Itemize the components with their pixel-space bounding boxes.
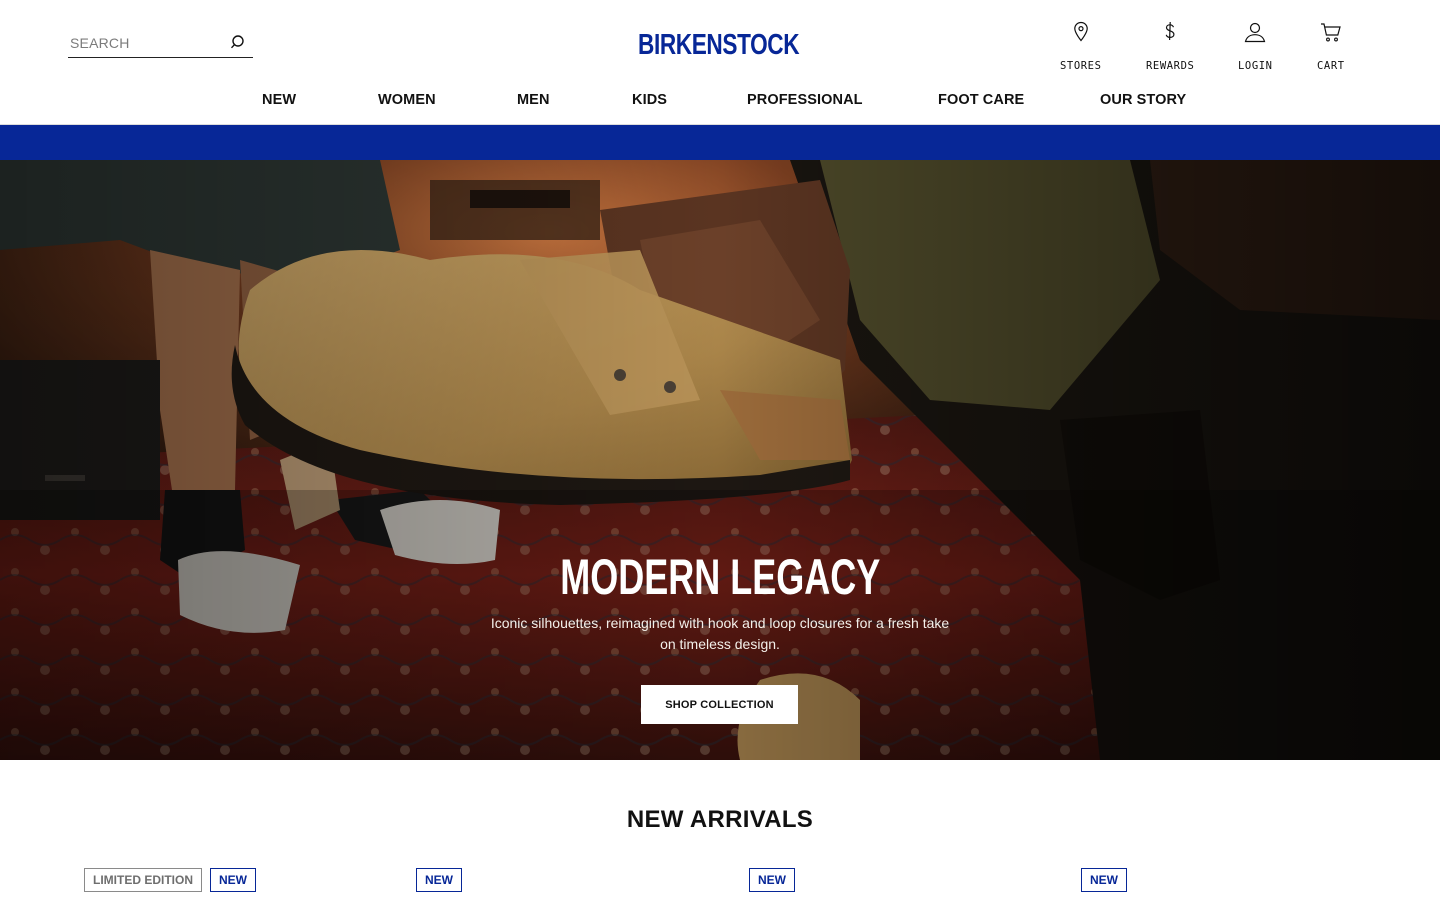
search-bar: [68, 28, 253, 58]
cart-link[interactable]: CART: [1317, 20, 1345, 72]
map-pin-icon: [1069, 20, 1093, 51]
hero-banner[interactable]: MODERN LEGACY Iconic silhouettes, reimag…: [0, 160, 1440, 760]
dollar-icon: [1158, 20, 1182, 51]
nav-item-women[interactable]: WOMEN: [378, 92, 436, 108]
new-badge: NEW: [1081, 868, 1127, 892]
user-icon: [1243, 20, 1267, 51]
promo-bar[interactable]: [0, 125, 1440, 160]
login-link[interactable]: LOGIN: [1238, 20, 1273, 72]
product-card-1-badges: LIMITED EDITION NEW: [84, 868, 256, 892]
nav-item-men[interactable]: MEN: [517, 92, 550, 108]
new-badge: NEW: [749, 868, 795, 892]
rewards-label: REWARDS: [1146, 60, 1195, 72]
nav-item-foot-care[interactable]: FOOT CARE: [938, 92, 1024, 108]
hero-subtitle: Iconic silhouettes, reimagined with hook…: [490, 615, 950, 652]
hero-image: [0, 160, 1440, 760]
stores-label: STORES: [1060, 60, 1102, 72]
nav-item-our-story[interactable]: OUR STORY: [1100, 92, 1186, 108]
main-nav: NEW WOMEN MEN KIDS PROFESSIONAL FOOT CAR…: [0, 92, 1440, 112]
brand-logo-text: BIRKENSTOCK: [638, 28, 800, 61]
hero-title: MODERN LEGACY: [0, 548, 1440, 606]
search-icon[interactable]: [229, 33, 249, 53]
cart-icon: [1319, 20, 1343, 51]
nav-item-new[interactable]: NEW: [262, 92, 296, 108]
login-label: LOGIN: [1238, 60, 1273, 72]
limited-edition-badge: LIMITED EDITION: [84, 868, 202, 892]
new-badge: NEW: [210, 868, 256, 892]
product-card-4-badges: NEW: [1081, 868, 1127, 892]
hero-title-text: MODERN LEGACY: [559, 549, 881, 605]
stores-link[interactable]: STORES: [1060, 20, 1102, 72]
nav-item-professional[interactable]: PROFESSIONAL: [747, 92, 863, 108]
search-input[interactable]: [70, 35, 220, 51]
product-card-2-badges: NEW: [416, 868, 462, 892]
product-card-3-badges: NEW: [749, 868, 795, 892]
shop-collection-button[interactable]: SHOP COLLECTION: [641, 685, 798, 724]
new-arrivals-title: NEW ARRIVALS: [626, 806, 814, 833]
nav-item-kids[interactable]: KIDS: [632, 92, 667, 108]
new-badge: NEW: [416, 868, 462, 892]
brand-logo[interactable]: BIRKENSTOCK: [638, 27, 803, 63]
cart-label: CART: [1317, 60, 1345, 72]
rewards-link[interactable]: REWARDS: [1146, 20, 1194, 72]
